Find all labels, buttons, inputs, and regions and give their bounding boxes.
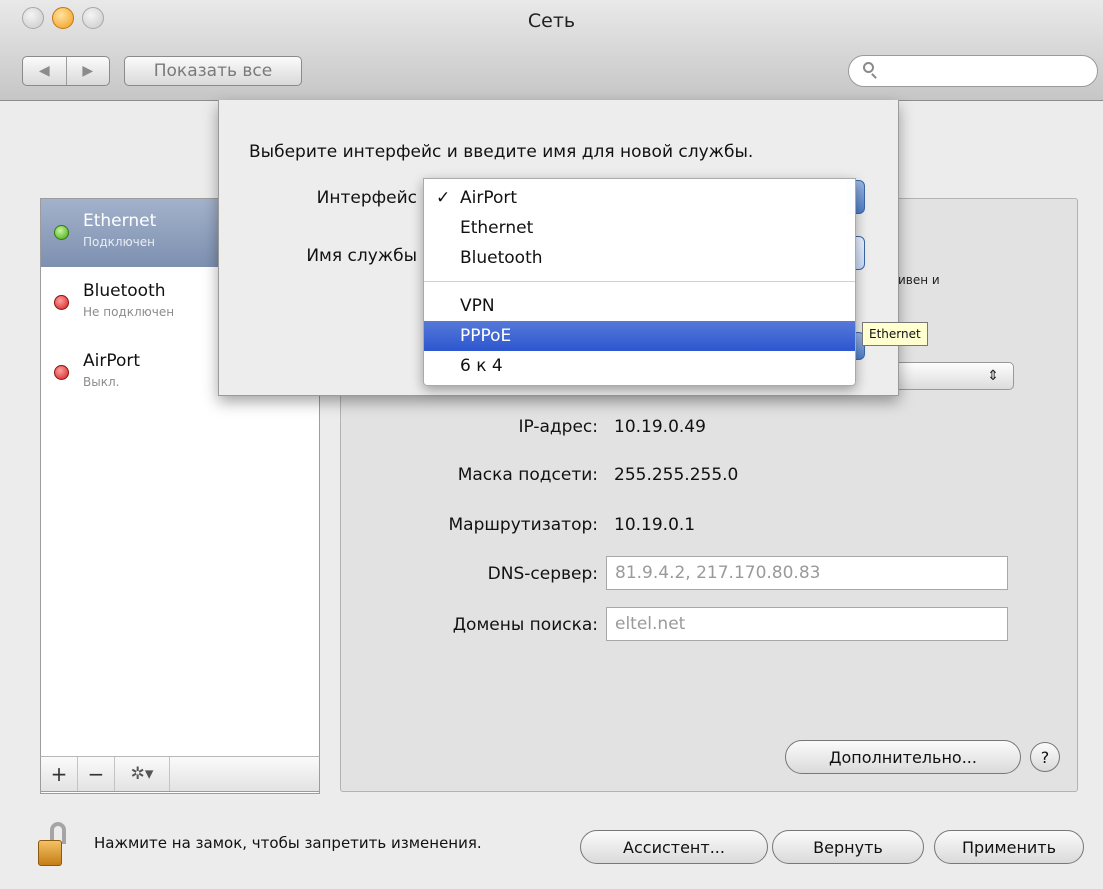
service-name: Bluetooth: [83, 281, 166, 301]
search-input[interactable]: [883, 60, 1087, 84]
interface-label: Интерфейс: [316, 188, 417, 208]
status-disconnected-icon: [54, 295, 69, 310]
ip-value: 10.19.0.49: [614, 417, 706, 437]
lock-hint-text: Нажмите на замок, чтобы запретить измене…: [94, 834, 482, 852]
menu-item-ethernet[interactable]: Ethernet: [424, 213, 855, 243]
ip-label: IP-адрес:: [518, 417, 598, 437]
revert-button[interactable]: Вернуть: [772, 830, 924, 864]
nav-buttons: ◀ ▶: [22, 56, 110, 86]
title-bar: Сеть ◀ ▶ Показать все: [0, 0, 1103, 101]
gear-menu-button[interactable]: ✲▾: [115, 757, 170, 791]
menu-item-label: Bluetooth: [460, 248, 543, 268]
tooltip: Ethernet: [862, 322, 928, 346]
checkmark-icon: ✓: [436, 188, 451, 208]
assistant-button[interactable]: Ассистент...: [580, 830, 768, 864]
service-status: Подключен: [83, 235, 155, 249]
help-button[interactable]: ?: [1030, 742, 1060, 772]
window-title: Сеть: [527, 10, 576, 32]
search-domains-field[interactable]: eltel.net: [606, 607, 1008, 641]
back-arrow-icon[interactable]: ◀: [23, 57, 66, 85]
menu-item-label: PPPoE: [460, 326, 512, 346]
select-arrows-icon: ⇕: [987, 368, 999, 384]
menu-item-label: AirPort: [460, 188, 518, 208]
status-description-text: ивен и: [898, 273, 940, 287]
menu-item-airport[interactable]: ✓ AirPort: [424, 183, 855, 213]
service-name-label: Имя службы: [306, 246, 417, 266]
menu-item-vpn[interactable]: VPN: [424, 291, 855, 321]
menu-item-pppoe[interactable]: PPPoE: [424, 321, 855, 351]
sheet-title: Выберите интерфейс и введите имя для нов…: [249, 142, 754, 162]
service-status: Не подключен: [83, 305, 175, 319]
menu-item-label: Ethernet: [460, 218, 534, 238]
menu-item-label: VPN: [460, 296, 495, 316]
advanced-button[interactable]: Дополнительно...: [785, 740, 1021, 774]
search-icon: [863, 62, 874, 73]
show-all-button[interactable]: Показать все: [124, 56, 302, 86]
lock-body: [38, 840, 62, 866]
dns-label: DNS-сервер:: [487, 564, 598, 584]
lock-icon[interactable]: [38, 822, 68, 866]
apply-button[interactable]: Применить: [934, 830, 1084, 864]
subnet-mask-label: Маска подсети:: [457, 465, 598, 485]
interface-dropdown-menu: ✓ AirPort Ethernet Bluetooth VPN PPPoE 6…: [423, 178, 856, 386]
search-field[interactable]: [848, 55, 1098, 87]
remove-service-button[interactable]: −: [78, 757, 115, 791]
add-service-button[interactable]: +: [41, 757, 78, 791]
menu-item-label: 6 к 4: [460, 356, 503, 376]
forward-arrow-icon[interactable]: ▶: [65, 57, 110, 85]
service-name: Ethernet: [83, 211, 157, 231]
router-value: 10.19.0.1: [614, 515, 696, 535]
service-status: Выкл.: [83, 375, 120, 389]
subnet-mask-value: 255.255.255.0: [614, 465, 739, 485]
search-domains-label: Домены поиска:: [452, 615, 598, 635]
menu-item-6to4[interactable]: 6 к 4: [424, 351, 855, 381]
status-off-icon: [54, 365, 69, 380]
router-label: Маршрутизатор:: [448, 515, 598, 535]
dns-field[interactable]: 81.9.4.2, 217.170.80.83: [606, 556, 1008, 590]
service-name: AirPort: [83, 351, 141, 371]
status-connected-icon: [54, 225, 69, 240]
menu-separator: [424, 281, 855, 282]
menu-item-bluetooth[interactable]: Bluetooth: [424, 243, 855, 273]
service-list-toolbar: + − ✲▾: [40, 756, 320, 792]
